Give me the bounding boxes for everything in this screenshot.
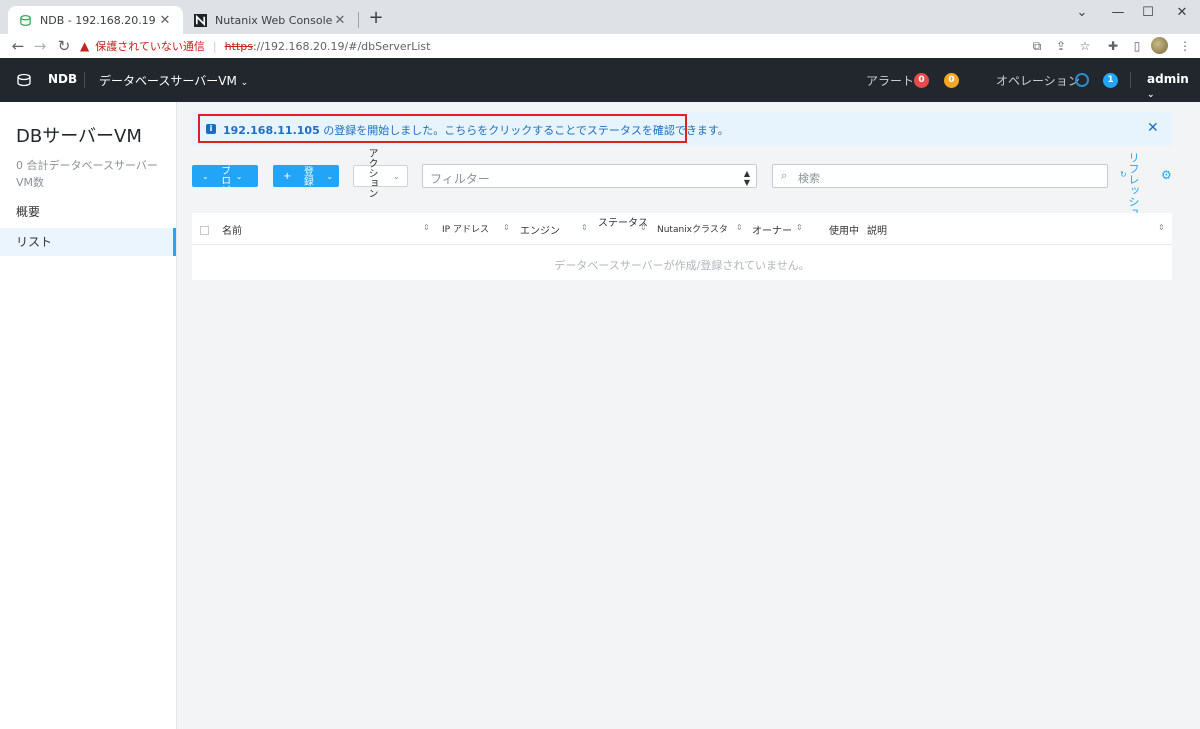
forward-arrow-icon[interactable]: → — [30, 36, 50, 56]
sort-icon[interactable]: ⇕ — [581, 223, 588, 232]
alert-critical-badge[interactable]: 0 — [914, 73, 929, 88]
chevron-down-icon[interactable]: ⌄ — [1064, 0, 1100, 24]
profile-avatar[interactable] — [1151, 37, 1168, 54]
gear-icon[interactable]: ⚙ — [1161, 168, 1172, 182]
column-header-in-use[interactable]: 使用中 — [829, 222, 859, 237]
app-header: NDB データベースサーバーVM ⌄ アラート 0 0 オペレーション 1 ad… — [0, 58, 1200, 102]
header-divider — [1130, 72, 1131, 88]
sort-icon[interactable]: ⇕ — [640, 223, 647, 232]
column-header-description[interactable]: 説明 — [867, 222, 887, 237]
security-warning[interactable]: 保護されていない通信 — [95, 38, 205, 54]
actions-button[interactable]: アクション ⌄ — [353, 148, 408, 198]
nutanix-favicon-icon — [193, 13, 207, 27]
table-header: 名前 ⇕ IP アドレス ⇕ エンジン ⇕ ステータス ⇕ Nutanixクラス… — [192, 213, 1172, 245]
close-icon[interactable]: ✕ — [1147, 120, 1159, 136]
page-title: DBサーバーVM — [16, 126, 142, 147]
refresh-label: リフレッシュ — [1127, 152, 1140, 218]
window-close-icon[interactable]: ✕ — [1164, 0, 1200, 24]
browser-tabstrip: NDB - 192.168.20.19 - DBサーバーV ✕ Nutanix … — [0, 0, 1200, 34]
user-menu[interactable]: admin ⌄ — [1147, 72, 1200, 100]
empty-table-message: データベースサーバーが作成/登録されていません。 — [554, 259, 810, 272]
url-path: ://192.168.20.19/#/dbServerList — [252, 39, 431, 53]
chevron-down-icon: ⌄ — [1147, 90, 1155, 100]
column-header-name[interactable]: 名前 — [222, 222, 242, 237]
sort-icon[interactable]: ⇕ — [796, 223, 803, 232]
sort-icon[interactable]: ⇕ — [736, 223, 743, 232]
sort-icon[interactable]: ⇕ — [503, 223, 510, 232]
reload-icon[interactable]: ↻ — [54, 36, 74, 56]
db-server-table: 名前 ⇕ IP アドレス ⇕ エンジン ⇕ ステータス ⇕ Nutanixクラス… — [192, 213, 1172, 280]
new-tab-button[interactable]: + — [366, 9, 386, 29]
back-arrow-icon[interactable]: ← — [8, 36, 28, 56]
select-all-checkbox[interactable] — [200, 226, 209, 235]
column-header-owner[interactable]: オーナー — [752, 222, 792, 237]
operations-count-badge[interactable]: 1 — [1103, 73, 1118, 88]
sort-icon[interactable]: ⇕ — [423, 223, 430, 232]
refresh-icon: ↻ — [1120, 170, 1127, 179]
header-divider — [84, 72, 85, 88]
url-scheme: https — [224, 39, 253, 53]
search-input[interactable]: ⌕ 検索 — [772, 164, 1108, 188]
browser-tab-title: Nutanix Web Console — [215, 13, 332, 27]
search-placeholder: 検索 — [798, 172, 820, 185]
user-name: admin — [1147, 72, 1189, 86]
browser-toolbar: ← → ↻ ▲ 保護されていない通信 | https ://192.168.20… — [0, 34, 1200, 58]
close-icon[interactable]: ✕ — [332, 12, 348, 28]
sort-icon[interactable]: ⇕ — [1158, 223, 1165, 232]
provision-button[interactable]: ⌄ プロビジョン ⌄ — [192, 165, 258, 187]
chevron-down-icon: ⌄ — [326, 171, 334, 181]
share-icon[interactable]: ⇪ — [1052, 37, 1070, 55]
operations-link[interactable]: オペレーション — [996, 72, 1080, 89]
search-icon: ⌕ — [781, 169, 788, 182]
sidebar-item-summary[interactable]: 概要 — [0, 198, 176, 226]
brand-name[interactable]: NDB — [48, 72, 77, 86]
browser-tab-nutanix[interactable]: Nutanix Web Console ✕ — [183, 6, 358, 34]
extensions-icon[interactable]: ✚ — [1104, 37, 1122, 55]
column-header-engine[interactable]: エンジン — [520, 222, 560, 237]
bookmark-star-icon[interactable]: ☆ — [1076, 37, 1094, 55]
sidebar: DBサーバーVM 0 合計データベースサーバーVM数 概要 リスト — [0, 102, 177, 729]
operations-progress-icon — [1075, 73, 1089, 87]
page-selector-menu[interactable]: データベースサーバーVM ⌄ — [99, 72, 248, 89]
filter-placeholder: フィルター — [430, 172, 490, 186]
provision-label: プロビジョン — [219, 165, 230, 187]
actions-label: アクション — [366, 148, 377, 198]
browser-tab-ndb[interactable]: NDB - 192.168.20.19 - DBサーバーV ✕ — [8, 6, 183, 34]
filter-select[interactable]: フィルター ▲ ▼ — [422, 164, 757, 188]
page-selector-label: データベースサーバーVM — [99, 74, 237, 88]
register-label: 登録 — [301, 166, 313, 186]
alerts-link[interactable]: アラート — [866, 72, 914, 89]
select-arrows-icon: ▲ ▼ — [743, 169, 750, 187]
warning-icon: ▲ — [80, 39, 90, 53]
tab-divider — [358, 12, 359, 28]
browser-tab-title: NDB - 192.168.20.19 - DBサーバーV — [40, 14, 157, 27]
alert-warning-badge[interactable]: 0 — [944, 73, 959, 88]
column-header-cluster[interactable]: Nutanixクラスタ — [657, 222, 728, 235]
menu-kebab-icon[interactable]: ⋮ — [1176, 37, 1194, 55]
plus-icon: + — [283, 170, 292, 182]
address-bar[interactable]: ▲ 保護されていない通信 | https ://192.168.20.19/#/… — [80, 35, 1100, 57]
url-divider: | — [212, 39, 217, 53]
ndb-logo-icon — [17, 73, 31, 87]
column-header-ip[interactable]: IP アドレス — [442, 222, 489, 235]
total-count-text: 0 合計データベースサーバーVM数 — [16, 159, 158, 189]
ndb-favicon-icon — [18, 13, 32, 27]
close-icon[interactable]: ✕ — [157, 12, 173, 28]
translate-icon[interactable]: ⧉ — [1028, 37, 1046, 55]
chevron-down-icon: ⌄ — [235, 171, 243, 181]
sidebar-item-list[interactable]: リスト — [0, 228, 176, 256]
maximize-icon[interactable]: ☐ — [1130, 0, 1166, 24]
register-button[interactable]: + 登録 ⌄ — [273, 165, 339, 187]
chevron-down-icon: ⌄ — [240, 78, 249, 88]
dropdown-caret-icon: ⌄ — [202, 171, 209, 181]
annotation-highlight-box — [198, 114, 687, 143]
chevron-down-icon: ⌄ — [393, 171, 400, 181]
side-panel-icon[interactable]: ▯ — [1128, 37, 1146, 55]
